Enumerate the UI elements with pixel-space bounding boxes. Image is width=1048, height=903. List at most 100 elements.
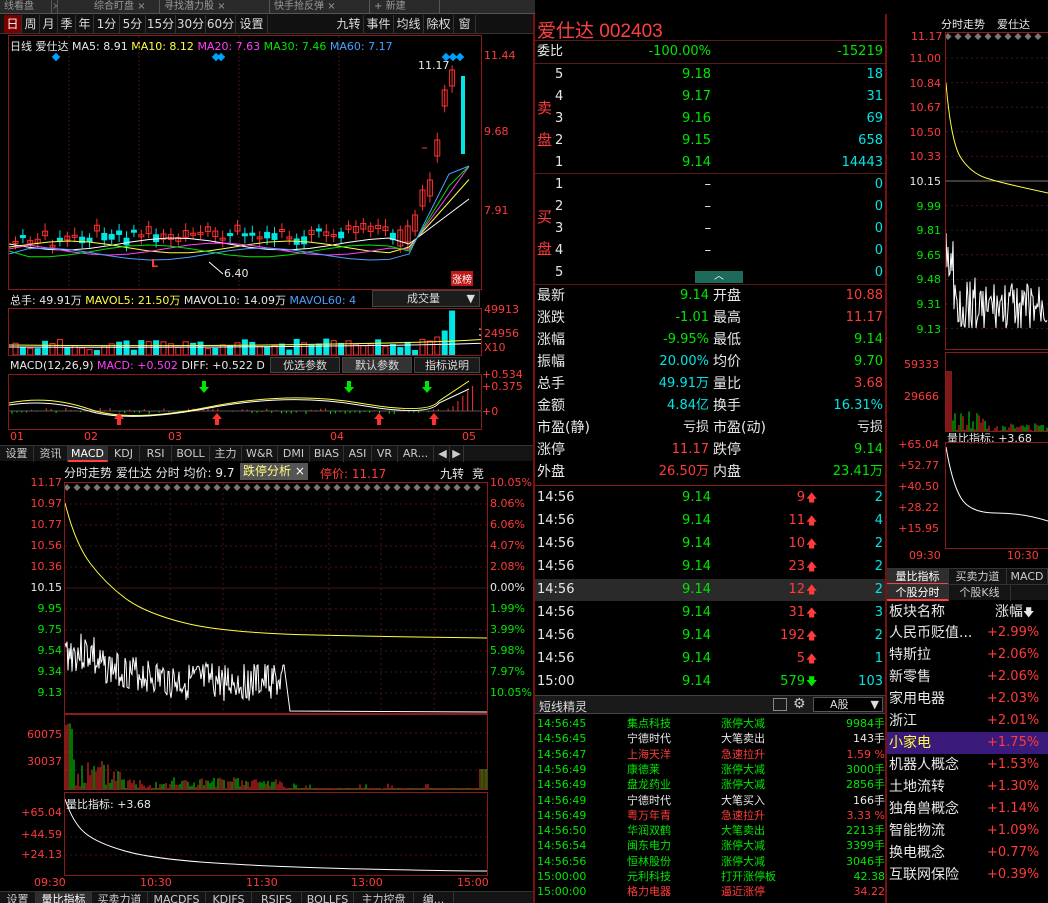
indicator-select[interactable]: 成交量 ▼ — [372, 290, 480, 307]
new-tab-button[interactable]: + 新建 — [370, 0, 440, 14]
right-tab[interactable]: 量比指标 — [887, 569, 949, 585]
period-button[interactable]: 30分 — [176, 15, 206, 33]
sell-price[interactable]: 9.14 — [655, 152, 711, 174]
elf-stock[interactable]: 华润双鹤 — [627, 823, 671, 838]
indicator-tab[interactable]: 主力 — [210, 446, 242, 462]
elf-row[interactable]: 14:56:54 闽东电力 涨停大减 3399手 — [535, 838, 885, 853]
sector-row[interactable]: 浙江 +2.01% — [887, 710, 1048, 732]
buy-price[interactable]: – — [655, 196, 712, 218]
sector-row[interactable]: 互联网保险 +0.39% — [887, 864, 1048, 886]
bottom-tab[interactable]: 买卖力道 — [92, 892, 148, 903]
right-tab[interactable]: 买卖力道 — [949, 569, 1007, 585]
indicator-tab[interactable]: BOLL — [172, 446, 210, 462]
bottom-tab[interactable]: MACDFS — [148, 892, 206, 903]
tick-row[interactable]: 14:56 9.14 192 🡅 2 — [535, 625, 885, 647]
sell-price[interactable]: 9.15 — [655, 130, 711, 152]
elf-stock[interactable]: 康德莱 — [627, 762, 660, 777]
period-button[interactable]: 1分 — [94, 15, 120, 33]
window-tab[interactable]: 快手抢反弹 × — [270, 0, 370, 14]
elf-row[interactable]: 14:56:50 华润双鹤 大笔卖出 2213手 — [535, 823, 885, 838]
sector-row[interactable]: 新零售 +2.06% — [887, 666, 1048, 688]
optimal-params-button[interactable]: 优选参数 — [270, 357, 340, 373]
indicator-tab[interactable]: MACD — [68, 446, 108, 462]
elf-stock[interactable]: 宁德时代 — [627, 793, 671, 808]
window-tab[interactable]: 线看盘 — [0, 0, 52, 14]
sector-row[interactable]: 家用电器 +2.03% — [887, 688, 1048, 710]
bottom-tab[interactable]: 设置 — [0, 892, 36, 903]
right-tab[interactable]: MACD — [1007, 569, 1048, 585]
elf-stock[interactable]: 盘龙药业 — [627, 777, 671, 792]
auction-button[interactable]: 竞 — [472, 465, 484, 482]
indicator-tab[interactable]: ASI — [344, 446, 372, 462]
indicator-tab[interactable]: W&R — [242, 446, 278, 462]
elf-stock[interactable]: 粤万年青 — [627, 808, 671, 823]
chart-option-button[interactable]: 九转 — [334, 15, 364, 33]
elf-stock[interactable]: 闽东电力 — [627, 838, 671, 853]
elf-row[interactable]: 14:56:56 恒林股份 涨停大减 3046手 — [535, 854, 885, 869]
tick-row[interactable]: 14:56 9.14 11 🡅 4 — [535, 510, 885, 532]
right-tab[interactable]: 个股K线 — [949, 585, 1011, 601]
sector-header-name[interactable]: 板块名称 — [889, 601, 945, 623]
bottom-tab[interactable]: 主力控盘 — [354, 892, 414, 903]
elf-stock[interactable]: 集点科技 — [627, 716, 671, 731]
period-button[interactable]: 5分 — [120, 15, 146, 33]
indicator-tab[interactable]: 资讯 — [34, 446, 68, 462]
period-button[interactable]: 设置 — [236, 15, 268, 33]
bottom-tab[interactable]: KDJFS — [206, 892, 252, 903]
period-button[interactable]: 15分 — [146, 15, 176, 33]
indicator-tab[interactable]: VR — [372, 446, 398, 462]
tick-row[interactable]: 14:56 9.14 31 🡅 3 — [535, 602, 885, 624]
indicator-tab[interactable]: BIAS — [310, 446, 344, 462]
elf-row[interactable]: 14:56:49 盘龙药业 涨停大减 2856手 — [535, 777, 885, 792]
elf-stock[interactable]: 恒林股份 — [627, 854, 671, 869]
tick-row[interactable]: 15:00 9.14 579 🡇 103 — [535, 671, 885, 693]
scroll-left-icon[interactable]: ◀ — [436, 446, 450, 462]
nine-turn-button[interactable]: 九转 — [440, 465, 464, 482]
mini-tab[interactable]: 爱仕达 — [997, 16, 1030, 32]
elf-row[interactable]: 15:00:00 格力电器 逼近涨停 34.22 — [535, 884, 885, 899]
elf-row[interactable]: 15:00:00 元利科技 打开涨停板 42.38 — [535, 869, 885, 884]
mini-tab[interactable]: 分时走势 — [941, 16, 985, 32]
indicator-help-button[interactable]: 指标说明 — [414, 357, 480, 373]
bottom-tab[interactable]: BOLLFS — [302, 892, 354, 903]
window-tab[interactable]: 综合盯盘 × — [90, 0, 160, 14]
default-params-button[interactable]: 默认参数 — [342, 357, 412, 373]
elf-stock[interactable]: 宁德时代 — [627, 731, 671, 746]
elf-row[interactable]: 14:56:49 康德莱 涨停大减 3000手 — [535, 762, 885, 777]
indicator-tab[interactable]: DMI — [278, 446, 310, 462]
gear-icon[interactable]: ⚙ — [793, 696, 806, 712]
period-button[interactable]: 60分 — [206, 15, 236, 33]
intraday-price-chart[interactable] — [65, 483, 487, 713]
sell-price[interactable]: 9.16 — [655, 108, 711, 130]
elf-row[interactable]: 14:56:45 宁德时代 大笔卖出 143手 — [535, 731, 885, 746]
sector-row[interactable]: 特斯拉 +2.06% — [887, 644, 1048, 666]
candlestick-chart[interactable] — [9, 36, 481, 289]
sector-row[interactable]: 换电概念 +0.77% — [887, 842, 1048, 864]
elf-stock[interactable]: 上海天洋 — [627, 747, 671, 762]
popout-icon[interactable] — [773, 698, 787, 711]
bottom-tab[interactable]: 量比指标 — [36, 892, 92, 903]
bottom-tab[interactable]: 编... — [414, 892, 454, 903]
scroll-right-icon[interactable]: ▶ — [450, 446, 464, 462]
sell-price[interactable]: 9.18 — [655, 64, 711, 86]
sell-price[interactable]: 9.17 — [655, 86, 711, 108]
period-button[interactable]: 年 — [76, 15, 94, 33]
indicator-tab[interactable]: KDJ — [108, 446, 140, 462]
sector-header-pct[interactable]: 涨幅🡇 — [995, 601, 1034, 623]
sector-row[interactable]: 人民币贬值... +2.99% — [887, 622, 1048, 644]
tick-row[interactable]: 14:56 9.14 9 🡅 2 — [535, 487, 885, 509]
chart-option-button[interactable]: 窗 — [454, 15, 476, 33]
close-icon[interactable]: × — [52, 0, 58, 14]
indicator-tab[interactable]: RSI — [140, 446, 172, 462]
sector-row[interactable]: 机器人概念 +1.53% — [887, 754, 1048, 776]
sector-row[interactable]: 独角兽概念 +1.14% — [887, 798, 1048, 820]
elf-row[interactable]: 14:56:47 上海天洋 急速拉升 1.59 % — [535, 747, 885, 762]
period-button[interactable]: 季 — [58, 15, 76, 33]
buy-price[interactable]: – — [655, 240, 712, 262]
elf-row[interactable]: 14:56:49 粤万年青 急速拉升 3.33 % — [535, 808, 885, 823]
indicator-tab[interactable]: 设置 — [0, 446, 34, 462]
indicator-tab[interactable]: AR... — [398, 446, 434, 462]
limit-analysis-tab[interactable]: 跌停分析 × — [240, 463, 308, 480]
chart-option-button[interactable]: 事件 — [364, 15, 394, 33]
rank-badge[interactable]: 涨榜 — [451, 271, 473, 286]
